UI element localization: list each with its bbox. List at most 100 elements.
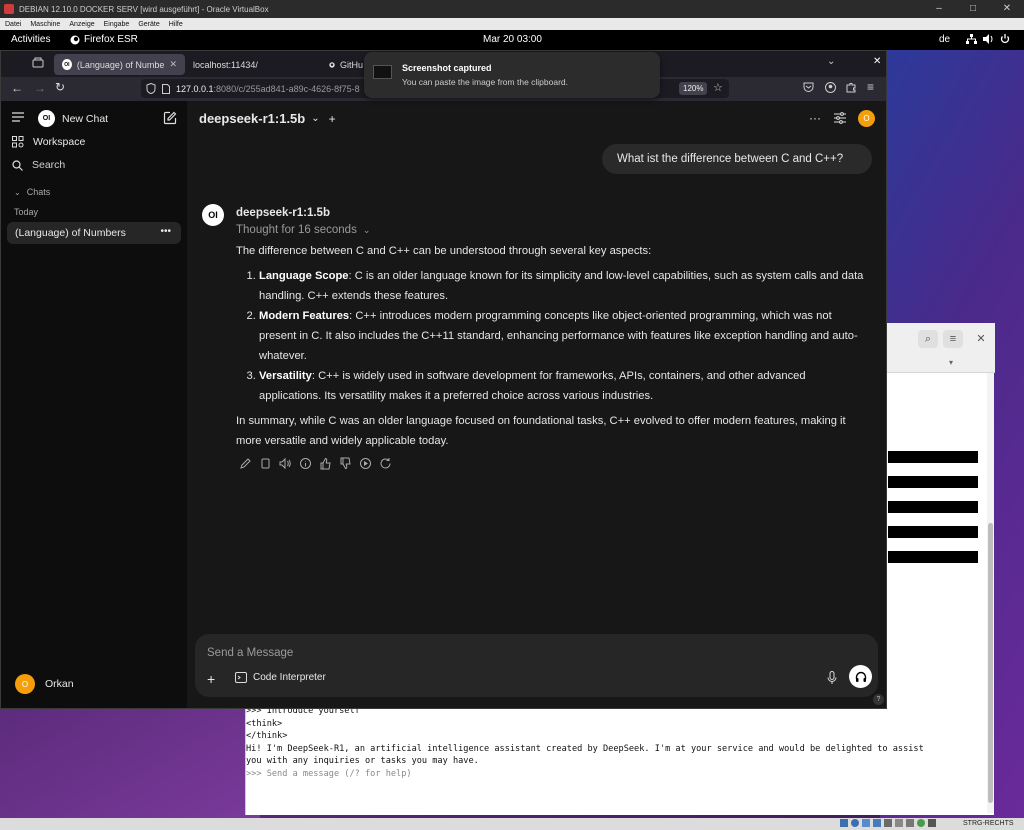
terminal-output: >>> Introduce yourself <think> </think> Hi!… — [246, 705, 924, 780]
chat-item-title: (Language) of Numbers — [15, 227, 126, 239]
message-input[interactable] — [207, 643, 807, 663]
terminal-line: Hi! I'm DeepSeek-R1, an artificial intel… — [246, 743, 924, 754]
terminal-scrollbar[interactable] — [987, 373, 994, 813]
keyboard-layout[interactable]: de — [939, 34, 950, 45]
read-aloud-icon[interactable] — [279, 457, 292, 470]
activities-button[interactable]: Activities — [11, 34, 50, 45]
shield-icon — [146, 83, 156, 94]
search-label: Search — [32, 159, 66, 171]
list-tabs-icon[interactable]: ⌄ — [827, 56, 835, 67]
more-options-icon[interactable]: ··· — [809, 111, 821, 125]
app-menu-icon[interactable]: ≡ — [867, 80, 874, 94]
storage-icon — [840, 819, 848, 827]
code-interpreter-toggle[interactable]: Code Interpreter — [235, 672, 326, 683]
close-window-icon[interactable]: ✕ — [873, 56, 881, 67]
clock[interactable]: Mar 20 03:00 — [483, 34, 542, 45]
assistant-avatar-icon: OI — [202, 204, 224, 226]
date-group-label: Today — [14, 207, 38, 217]
message-actions — [239, 457, 392, 470]
tab-localhost[interactable]: localhost:11434/ — [185, 54, 319, 75]
close-tab-icon[interactable]: ✕ — [169, 59, 177, 70]
edit-icon[interactable] — [239, 457, 252, 470]
code-interpreter-label: Code Interpreter — [253, 672, 326, 683]
virtualbox-titlebar: DEBIAN 12.10.0 DOCKER SERV [wird ausgefü… — [0, 0, 1024, 18]
assistant-name: deepseek-r1:1.5b — [236, 207, 330, 219]
app-menu[interactable]: Firefox ESR — [70, 34, 138, 45]
point-title: Versatility — [259, 370, 312, 382]
add-model-icon[interactable]: + — [329, 112, 336, 126]
system-tray[interactable] — [966, 34, 1010, 44]
menu-geraete[interactable]: Geräte — [133, 21, 163, 28]
user-avatar[interactable]: O — [858, 110, 875, 127]
workspace-icon — [12, 136, 24, 148]
thumbs-up-icon[interactable] — [319, 457, 332, 470]
sidebar-toggle-icon[interactable] — [12, 112, 24, 122]
volume-icon — [983, 34, 993, 44]
menu-eingabe[interactable]: Eingabe — [99, 21, 134, 28]
more-options-icon[interactable]: ••• — [160, 226, 171, 237]
chevron-down-icon: ⌄ — [311, 113, 320, 124]
bookmark-star-icon[interactable]: ☆ — [713, 81, 723, 94]
account-icon[interactable] — [825, 82, 836, 93]
regenerate-icon[interactable] — [379, 457, 392, 470]
settings-sliders-icon[interactable] — [834, 112, 846, 124]
network-icon — [966, 34, 977, 44]
menu-anzeige[interactable]: Anzeige — [64, 21, 98, 28]
copy-icon[interactable] — [259, 457, 272, 470]
tab-label: localhost:11434/ — [193, 59, 258, 70]
search-icon[interactable]: ⌕ — [918, 330, 938, 348]
notification-title: Screenshot captured — [402, 63, 492, 73]
reload-icon[interactable]: ↻ — [55, 80, 65, 94]
new-chat-button[interactable]: OI New Chat — [38, 110, 108, 127]
user-menu[interactable]: O Orkan — [15, 674, 74, 694]
virtualbox-statusbar: STRG-RECHTS — [0, 818, 1024, 830]
edit-icon[interactable] — [163, 111, 177, 125]
chats-section-toggle[interactable]: ⌄ Chats — [14, 187, 50, 197]
display-icon — [906, 819, 914, 827]
audio-icon — [862, 819, 870, 827]
maximize-icon[interactable]: □ — [956, 0, 990, 18]
forward-icon[interactable]: → — [34, 81, 46, 95]
help-button[interactable]: ? — [873, 694, 884, 705]
menu-maschine[interactable]: Maschine — [25, 21, 64, 28]
user-name: Orkan — [45, 678, 74, 690]
virtualbox-logo-icon — [4, 4, 14, 14]
menu-hilfe[interactable]: Hilfe — [164, 21, 187, 28]
sidebar-item-search[interactable]: Search — [12, 159, 65, 171]
screenshot-thumbnail — [373, 65, 392, 79]
power-icon — [1000, 34, 1010, 44]
back-icon[interactable]: ← — [11, 81, 23, 95]
list-item: Versatility: C++ is widely used in softw… — [259, 366, 866, 406]
thumbs-down-icon[interactable] — [339, 457, 352, 470]
close-icon[interactable]: ✕ — [990, 0, 1024, 18]
terminal-line: you with any inquiries or tasks you may … — [246, 756, 479, 766]
chevron-down-icon[interactable]: ▾ — [949, 358, 953, 367]
terminal-prompt[interactable]: >>> Send a message (/? for help) — [246, 768, 924, 781]
continue-icon[interactable] — [359, 457, 372, 470]
thought-toggle[interactable]: Thought for 16 seconds ⌄ — [236, 224, 370, 236]
close-icon[interactable]: ✕ — [971, 330, 991, 348]
info-icon[interactable] — [299, 457, 312, 470]
tab-overview-icon[interactable] — [32, 57, 44, 69]
minimize-icon[interactable]: – — [922, 0, 956, 18]
list-item: Modern Features: C++ introduces modern p… — [259, 306, 866, 366]
hamburger-menu-icon[interactable]: ≡ — [943, 330, 963, 348]
point-title: Language Scope — [259, 270, 349, 282]
tab-active[interactable]: OI (Language) of Numbers | O ✕ — [54, 54, 185, 75]
zoom-level[interactable]: 120% — [679, 82, 708, 95]
microphone-icon[interactable] — [827, 671, 837, 685]
voice-mode-button[interactable] — [849, 665, 872, 688]
add-attachment-icon[interactable]: + — [207, 671, 215, 687]
extensions-icon[interactable] — [846, 82, 857, 93]
screenshot-notification[interactable]: Screenshot captured You can paste the im… — [364, 52, 660, 98]
assistant-response: The difference between C and C++ can be … — [236, 241, 866, 456]
virtualbox-menubar: Datei Maschine Anzeige Eingabe Geräte Hi… — [0, 18, 1024, 30]
sidebar-chat-item[interactable]: (Language) of Numbers ••• — [7, 222, 181, 244]
list-item: Language Scope: C is an older language k… — [259, 266, 866, 306]
model-selector[interactable]: deepseek-r1:1.5b ⌄ + — [199, 111, 336, 126]
pocket-icon[interactable] — [803, 82, 814, 93]
sidebar-item-workspace[interactable]: Workspace — [12, 136, 85, 148]
menu-datei[interactable]: Datei — [0, 21, 25, 28]
vm-status-icons[interactable] — [840, 819, 936, 827]
gnome-top-bar: Activities Firefox ESR Mar 20 03:00 de — [0, 30, 1024, 50]
